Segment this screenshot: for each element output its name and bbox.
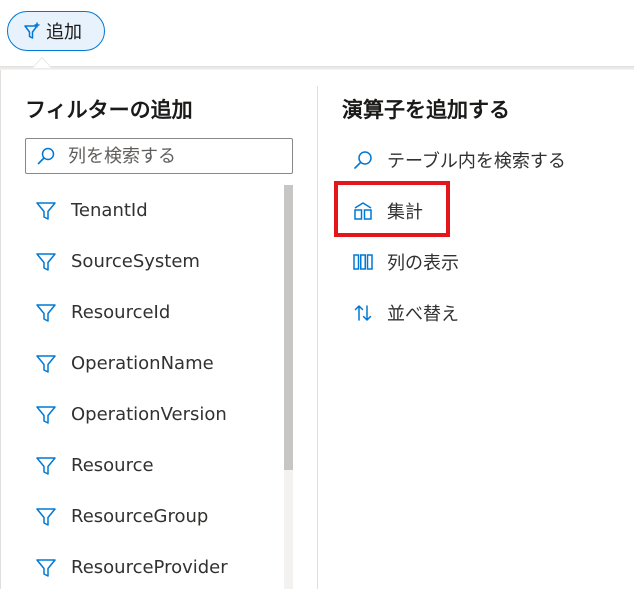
column-item-operationversion[interactable]: OperationVersion — [25, 389, 283, 440]
add-operator-title: 演算子を追加する — [342, 98, 510, 122]
filter-add-icon — [22, 21, 42, 41]
column-item-label: ResourceId — [71, 302, 171, 323]
column-item-label: TenantId — [71, 200, 148, 221]
column-item-resourceid[interactable]: ResourceId — [25, 287, 283, 338]
column-item-label: OperationName — [71, 353, 214, 374]
add-filter-label: 追加 — [46, 22, 82, 43]
column-item-sourcesystem[interactable]: SourceSystem — [25, 236, 283, 287]
column-item-resourcegroup[interactable]: ResourceGroup — [25, 491, 283, 542]
filter-icon — [35, 557, 57, 579]
filter-icon — [35, 353, 57, 375]
operator-list: テーブル内を検索する 集計 列の表示 並べ替え — [342, 134, 566, 338]
column-item-label: SourceSystem — [71, 251, 200, 272]
column-item-label: OperationVersion — [71, 404, 227, 425]
filter-icon — [35, 251, 57, 273]
column-list-scrollbar-thumb[interactable] — [284, 185, 293, 470]
operator-sort[interactable]: 並べ替え — [342, 287, 566, 338]
dropdown-caret — [33, 58, 51, 68]
filter-operator-popup: 追加 フィルターの追加 TenantId SourceSystem — [0, 0, 634, 589]
column-list: TenantId SourceSystem ResourceId Operati… — [25, 185, 283, 589]
column-item-label: ResourceProvider — [71, 557, 228, 578]
column-item-resource[interactable]: Resource — [25, 440, 283, 491]
column-item-label: ResourceGroup — [71, 506, 209, 527]
column-item-label: Resource — [71, 455, 154, 476]
filter-icon — [35, 302, 57, 324]
column-search-box[interactable] — [25, 138, 293, 174]
columns-icon — [352, 251, 374, 273]
column-divider — [317, 86, 318, 589]
add-filter-button[interactable]: 追加 — [7, 11, 105, 51]
column-item-operationname[interactable]: OperationName — [25, 338, 283, 389]
filter-icon — [35, 404, 57, 426]
operator-label: テーブル内を検索する — [387, 150, 566, 172]
column-item-resourceprovider[interactable]: ResourceProvider — [25, 542, 283, 589]
filter-icon — [35, 200, 57, 222]
aggregate-icon — [352, 200, 374, 222]
filter-icon — [35, 506, 57, 528]
operator-label: 集計 — [387, 201, 423, 223]
search-icon — [36, 146, 56, 166]
operator-label: 並べ替え — [387, 303, 459, 325]
column-item-tenantid[interactable]: TenantId — [25, 185, 283, 236]
search-icon — [352, 149, 374, 171]
operator-search-table[interactable]: テーブル内を検索する — [342, 134, 566, 185]
column-search-input[interactable] — [68, 145, 278, 167]
filter-icon — [35, 455, 57, 477]
sort-icon — [352, 302, 374, 324]
add-filter-title: フィルターの追加 — [25, 98, 193, 122]
operator-show-columns[interactable]: 列の表示 — [342, 236, 566, 287]
operator-aggregate[interactable]: 集計 — [342, 185, 566, 236]
operator-label: 列の表示 — [387, 252, 459, 274]
